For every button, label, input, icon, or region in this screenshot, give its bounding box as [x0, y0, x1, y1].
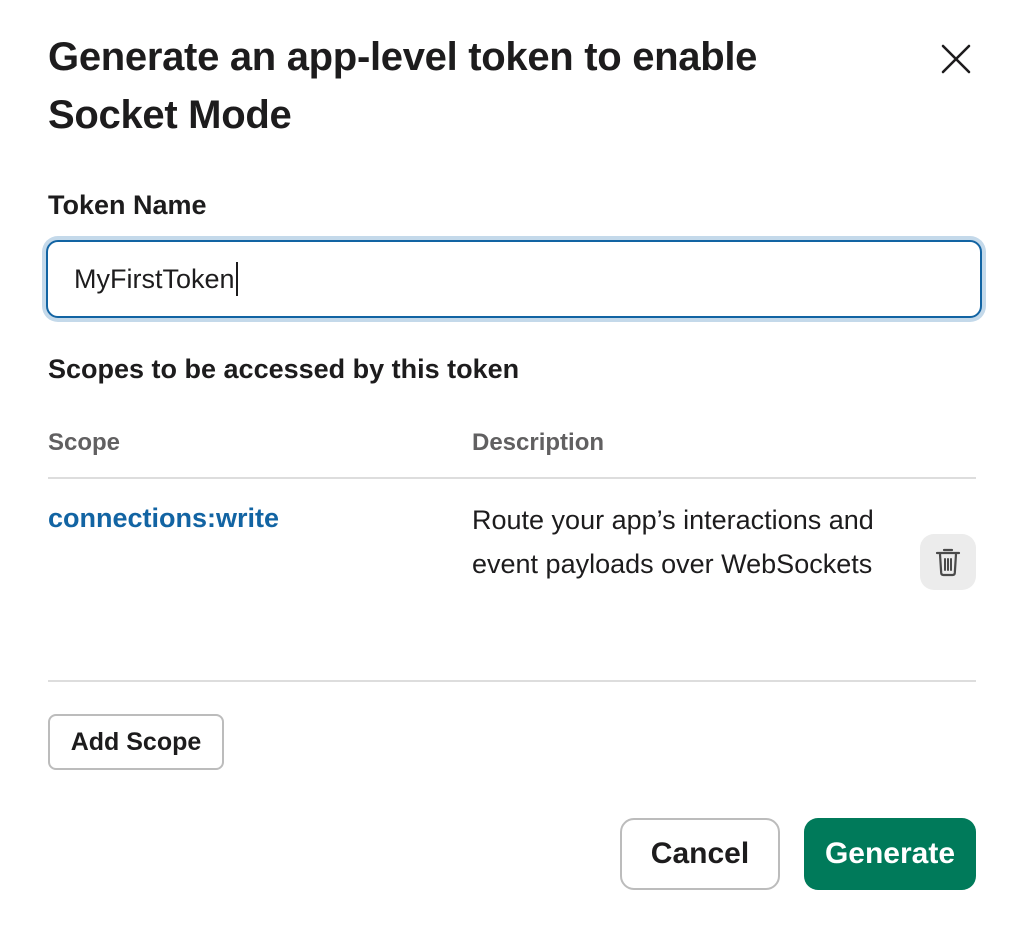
- cancel-button[interactable]: Cancel: [620, 818, 780, 890]
- delete-scope-button[interactable]: [920, 534, 976, 590]
- add-scope-button[interactable]: Add Scope: [48, 714, 224, 770]
- token-name-focus-ring: MyFirstToken: [42, 236, 986, 322]
- close-icon: [941, 44, 971, 74]
- table-divider: [48, 680, 976, 682]
- generate-button[interactable]: Generate: [804, 818, 976, 890]
- scopes-section-title: Scopes to be accessed by this token: [48, 354, 520, 384]
- generate-token-dialog: Generate an app-level token to enable So…: [0, 0, 1028, 926]
- scope-link-connections-write[interactable]: connections:write: [48, 503, 279, 534]
- column-header-description: Description: [472, 429, 605, 456]
- close-button[interactable]: [928, 36, 984, 82]
- token-name-input[interactable]: MyFirstToken: [46, 240, 982, 318]
- text-caret: [235, 262, 238, 296]
- table-divider: [48, 477, 976, 479]
- token-name-label: Token Name: [48, 190, 207, 220]
- scope-description: Route your app’s interactions and event …: [472, 505, 874, 579]
- token-name-value: MyFirstToken: [74, 263, 235, 294]
- dialog-title: Generate an app-level token to enable So…: [48, 35, 758, 137]
- trash-icon: [935, 548, 961, 577]
- column-header-scope: Scope: [48, 429, 121, 456]
